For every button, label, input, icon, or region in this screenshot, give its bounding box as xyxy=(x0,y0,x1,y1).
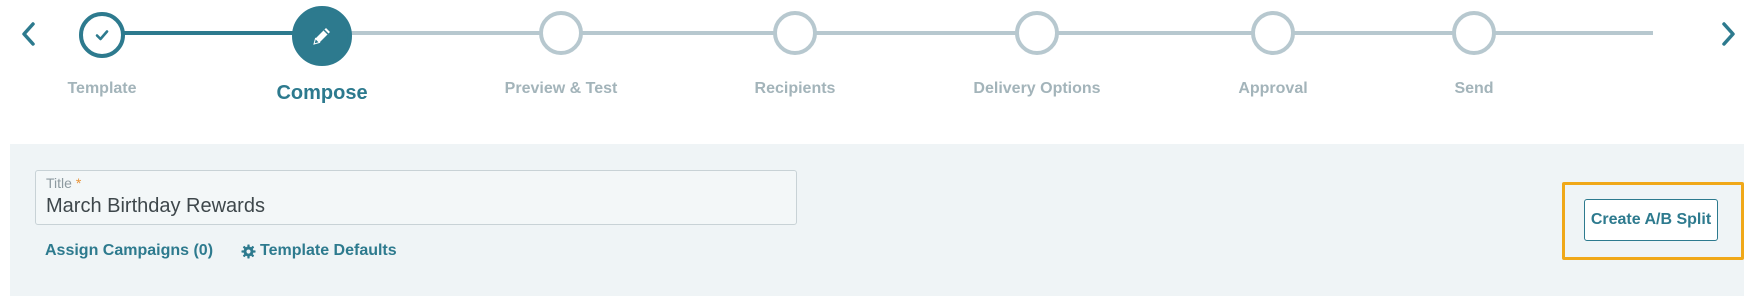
pencil-icon xyxy=(313,28,330,45)
step-template-label: Template xyxy=(67,80,137,97)
step-approval-circle xyxy=(1251,11,1295,55)
chevron-left-icon[interactable] xyxy=(17,18,39,50)
check-icon xyxy=(95,30,109,41)
title-field-label: Title * xyxy=(46,175,82,191)
step-send-circle xyxy=(1452,11,1496,55)
step-preview-test-circle xyxy=(539,11,583,55)
step-compose-label: Compose xyxy=(276,82,368,104)
chevron-right-icon[interactable] xyxy=(1718,18,1740,50)
step-preview-test-label: Preview & Test xyxy=(504,80,618,97)
step-recipients-circle xyxy=(773,11,817,55)
gear-icon xyxy=(241,243,256,259)
title-input[interactable] xyxy=(46,193,786,219)
template-defaults-label: Template Defaults xyxy=(260,242,397,259)
step-compose-circle xyxy=(292,6,352,66)
step-send-label: Send xyxy=(1454,80,1494,97)
required-marker: * xyxy=(75,175,82,191)
progress-stepper: Template Compose Preview & Test Recipien… xyxy=(0,0,1754,110)
compose-panel: Title * Assign Campaigns (0) Template xyxy=(10,144,1744,296)
step-template-circle xyxy=(79,12,125,58)
step-approval-label: Approval xyxy=(1238,80,1308,97)
assign-campaigns-link[interactable]: Assign Campaigns (0) xyxy=(45,242,213,260)
step-delivery-options-label: Delivery Options xyxy=(973,80,1101,97)
template-defaults-link[interactable]: Template Defaults xyxy=(241,242,397,260)
step-delivery-options-circle xyxy=(1015,11,1059,55)
step-recipients-label: Recipients xyxy=(754,80,836,97)
create-ab-split-button[interactable]: Create A/B Split xyxy=(1584,199,1718,241)
title-field[interactable]: Title * xyxy=(35,170,797,225)
compose-links: Assign Campaigns (0) Template Defaults xyxy=(45,242,397,260)
